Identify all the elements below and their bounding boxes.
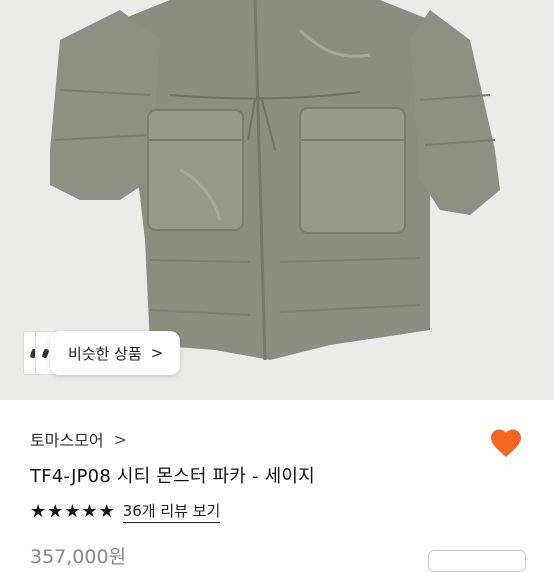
star-icon: ★ <box>30 500 47 522</box>
similar-products-label: 비슷한 상품 <box>68 344 142 363</box>
brand-name: 토마스모어 <box>30 431 104 450</box>
similar-products-button[interactable]: 비슷한 상품 > <box>50 331 180 375</box>
star-icon: ★ <box>64 500 81 522</box>
heart-icon[interactable] <box>488 425 524 461</box>
star-icon: ★ <box>47 500 64 522</box>
product-image[interactable]: 비슷한 상품 > <box>0 0 554 400</box>
brand-link[interactable]: 토마스모어 > <box>30 427 127 451</box>
chevron-right-icon: > <box>150 344 164 362</box>
star-icon: ★ <box>98 500 115 522</box>
rating-stars: ★ ★ ★ ★ ★ <box>30 500 115 522</box>
review-link[interactable]: 36개 리뷰 보기 <box>122 500 221 523</box>
chevron-right-icon: > <box>113 429 128 449</box>
product-price: 357,000원 <box>30 546 127 568</box>
product-title: TF4-JP08 시티 몬스터 파카 - 세이지 <box>30 466 315 487</box>
bottom-action-button[interactable] <box>428 550 526 572</box>
star-icon: ★ <box>81 500 98 522</box>
rating-row: ★ ★ ★ ★ ★ 36개 리뷰 보기 <box>30 500 221 523</box>
